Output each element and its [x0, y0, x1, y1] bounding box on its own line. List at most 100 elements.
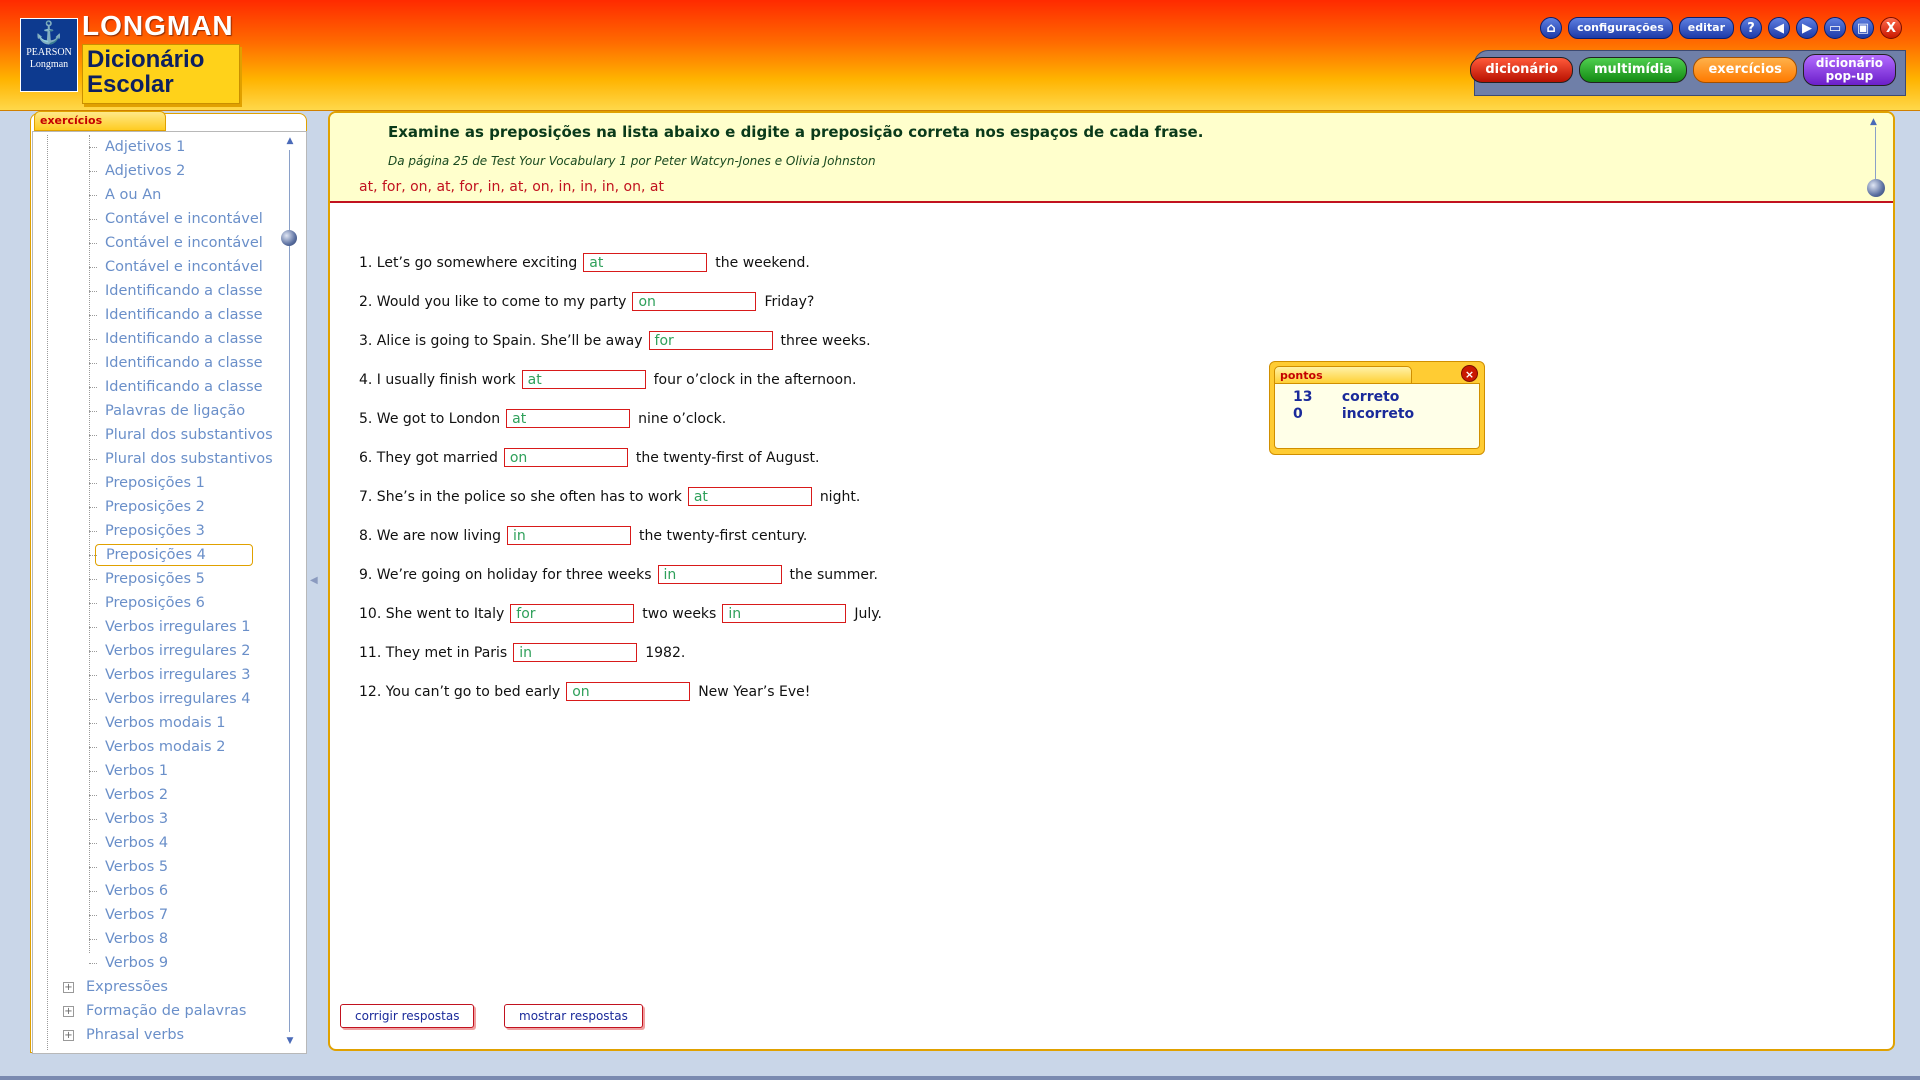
sidebar-group[interactable]: + Formação de palavras: [33, 999, 283, 1023]
sidebar-item[interactable]: Verbos irregulares 1: [33, 615, 283, 639]
answer-input[interactable]: in: [657, 565, 782, 584]
sidebar-item[interactable]: Plural dos substantivos: [33, 423, 283, 447]
sidebar-item[interactable]: Verbos 3: [33, 807, 283, 831]
sidebar-item[interactable]: Verbos 5: [33, 855, 283, 879]
sidebar-item[interactable]: Verbos irregulares 3: [33, 663, 283, 687]
sidebar-item[interactable]: A ou An: [33, 183, 283, 207]
answer-input[interactable]: at: [583, 253, 708, 272]
sidebar-group-label: Expressões: [86, 979, 168, 995]
maximize-icon[interactable]: ▣: [1852, 17, 1874, 39]
answer-input[interactable]: in: [722, 604, 847, 623]
answer-input[interactable]: on: [566, 682, 691, 701]
question-text: the twenty-first century.: [639, 527, 808, 544]
sidebar-item[interactable]: Verbos modais 2: [33, 735, 283, 759]
sidebar-item[interactable]: Preposições 5: [33, 567, 283, 591]
sidebar-item[interactable]: Verbos irregulares 2: [33, 639, 283, 663]
tab-dicionario[interactable]: dicionário: [1470, 57, 1573, 83]
tree-connector: [89, 243, 97, 244]
sidebar-item[interactable]: Preposições 4: [33, 543, 283, 567]
sidebar-item[interactable]: Verbos modais 1: [33, 711, 283, 735]
instructions-box: Examine as preposições na lista abaixo e…: [330, 113, 1893, 203]
correct-count: 13: [1293, 389, 1313, 405]
answer-input[interactable]: at: [687, 487, 812, 506]
close-icon[interactable]: ×: [1461, 365, 1478, 382]
sidebar-item[interactable]: Identificando a classe: [33, 375, 283, 399]
answer-input[interactable]: for: [510, 604, 635, 623]
check-answers-button[interactable]: corrigir respostas: [340, 1004, 475, 1028]
question-row: 10. She went to Italy for two weeks in July.: [359, 594, 1359, 633]
configuracoes-button[interactable]: configurações: [1568, 17, 1673, 39]
question-text: night.: [819, 488, 861, 505]
answer-input[interactable]: at: [521, 370, 646, 389]
sidebar-item[interactable]: Verbos 7: [33, 903, 283, 927]
sidebar-item[interactable]: Identificando a classe: [33, 351, 283, 375]
incorrect-count: 0: [1293, 406, 1303, 422]
scroll-thumb[interactable]: [1867, 179, 1885, 197]
sidebar-tab[interactable]: exercícios: [34, 111, 166, 131]
sidebar-item[interactable]: Verbos irregulares 4: [33, 687, 283, 711]
word-list: at, for, on, at, for, in, at, on, in, in…: [359, 179, 664, 195]
collapse-sidebar-icon[interactable]: ◀: [310, 575, 318, 586]
sidebar-item[interactable]: Preposições 2: [33, 495, 283, 519]
sidebar-item[interactable]: Preposições 3: [33, 519, 283, 543]
sidebar-item-label: Contável e incontável: [105, 235, 263, 251]
answer-input[interactable]: for: [648, 331, 773, 350]
tree-connector: [89, 699, 97, 700]
expand-icon[interactable]: +: [63, 1030, 74, 1041]
sidebar-item[interactable]: Identificando a classe: [33, 327, 283, 351]
question-text: New Year’s Eve!: [698, 683, 811, 700]
minimize-icon[interactable]: ▭: [1824, 17, 1846, 39]
sidebar-item-label: Verbos 5: [105, 859, 169, 875]
instructions-scrollbar[interactable]: ▲: [1867, 117, 1885, 197]
sidebar-item[interactable]: Verbos 8: [33, 927, 283, 951]
sidebar-item[interactable]: Adjetivos 1: [33, 135, 283, 159]
sidebar-item[interactable]: Verbos 1: [33, 759, 283, 783]
sidebar-item[interactable]: Verbos 2: [33, 783, 283, 807]
sidebar-item[interactable]: Preposições 1: [33, 471, 283, 495]
editar-button[interactable]: editar: [1678, 17, 1734, 39]
sidebar-tab-label: exercícios: [40, 114, 103, 127]
sidebar-item[interactable]: Verbos 6: [33, 879, 283, 903]
scroll-down-icon[interactable]: ▼: [284, 1036, 296, 1046]
sidebar-item[interactable]: Identificando a classe: [33, 303, 283, 327]
sidebar-group[interactable]: + Expressões: [33, 975, 283, 999]
scroll-thumb[interactable]: [281, 230, 297, 246]
tab-exercicios[interactable]: exercícios: [1693, 57, 1797, 83]
scroll-up-icon[interactable]: ▲: [1870, 117, 1877, 127]
sidebar-item[interactable]: Palavras de ligação: [33, 399, 283, 423]
scroll-track[interactable]: [289, 150, 290, 1032]
help-icon[interactable]: ?: [1740, 17, 1762, 39]
question-text: 3. Alice is going to Spain. She’ll be aw…: [359, 332, 643, 349]
sidebar-item[interactable]: Contável e incontável: [33, 207, 283, 231]
expand-icon[interactable]: +: [63, 1006, 74, 1017]
sidebar-item[interactable]: Adjetivos 2: [33, 159, 283, 183]
sidebar-item[interactable]: Identificando a classe: [33, 279, 283, 303]
answer-input[interactable]: in: [507, 526, 632, 545]
sidebar-item-label: Adjetivos 2: [105, 163, 186, 179]
sidebar-item[interactable]: Verbos 9: [33, 951, 283, 975]
sidebar-item[interactable]: Verbos 4: [33, 831, 283, 855]
question-row: 11. They met in Paris in 1982.: [359, 633, 1359, 672]
scroll-up-icon[interactable]: ▲: [284, 136, 296, 146]
answer-input[interactable]: at: [506, 409, 631, 428]
tab-multimidia[interactable]: multimídia: [1579, 57, 1688, 83]
sidebar-item[interactable]: Contável e incontável: [33, 255, 283, 279]
sidebar-item-label: Verbos 9: [105, 955, 169, 971]
answer-input[interactable]: in: [513, 643, 638, 662]
expand-icon[interactable]: +: [63, 982, 74, 993]
scroll-track[interactable]: [1875, 127, 1876, 187]
home-icon[interactable]: ⌂: [1540, 17, 1563, 39]
sidebar-item[interactable]: Preposições 6: [33, 591, 283, 615]
answer-input[interactable]: on: [503, 448, 628, 467]
show-answers-button[interactable]: mostrar respostas: [504, 1004, 643, 1028]
answer-input[interactable]: on: [632, 292, 757, 311]
sidebar-scrollbar[interactable]: ▲ ▼: [281, 136, 298, 1046]
sidebar-item[interactable]: Contável e incontável: [33, 231, 283, 255]
close-icon[interactable]: X: [1880, 17, 1902, 39]
forward-icon[interactable]: ▶: [1796, 17, 1818, 39]
sidebar-item[interactable]: Plural dos substantivos: [33, 447, 283, 471]
back-icon[interactable]: ◀: [1768, 17, 1790, 39]
tree-list: Adjetivos 1 Adjetivos 2 A ou An Contável e …: [33, 135, 283, 1050]
tab-dicionario-popup[interactable]: dicionário pop-up: [1802, 54, 1896, 86]
sidebar-group[interactable]: + Phrasal verbs: [33, 1023, 283, 1047]
